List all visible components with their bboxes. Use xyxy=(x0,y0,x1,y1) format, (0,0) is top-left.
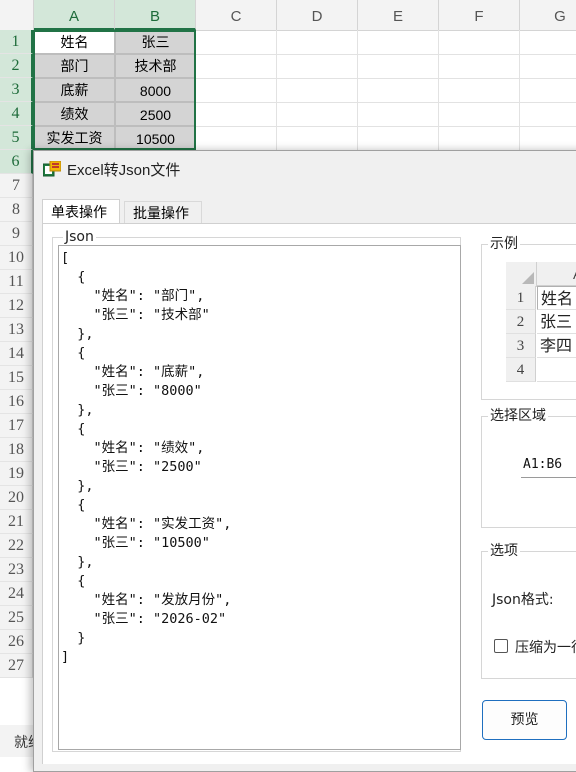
compress-checkbox[interactable] xyxy=(494,639,508,653)
column-header-c[interactable]: C xyxy=(196,0,277,30)
select-all-corner[interactable] xyxy=(0,0,34,30)
row-header[interactable]: 18 xyxy=(0,438,33,462)
example-column-header: A xyxy=(537,262,576,286)
cell-b3[interactable]: 8000 xyxy=(115,78,196,102)
row-header[interactable]: 16 xyxy=(0,390,33,414)
example-row-header: 4 xyxy=(506,358,536,382)
row-header[interactable]: 23 xyxy=(0,558,33,582)
json-output-textarea[interactable]: [ { "姓名": "部门", "张三": "技术部" }, { "姓名": "… xyxy=(58,245,461,750)
range-input[interactable]: A1:B6 xyxy=(521,452,576,478)
row-header[interactable]: 21 xyxy=(0,510,33,534)
row-header[interactable]: 27 xyxy=(0,654,33,678)
example-preview-grid: A 1 2 3 4 姓名 张三 李四 xyxy=(506,262,576,384)
column-header-a[interactable]: A xyxy=(34,0,115,30)
json-group-label: Json xyxy=(63,228,96,246)
cell-b1[interactable]: 张三 xyxy=(115,30,196,54)
row-header[interactable]: 7 xyxy=(0,174,33,198)
dialog-titlebar[interactable]: Excel转Json文件 xyxy=(34,151,576,187)
tab-batch[interactable]: 批量操作 xyxy=(124,201,202,225)
example-cell: 姓名 xyxy=(537,286,576,310)
row-header[interactable]: 1 xyxy=(0,30,33,54)
row-header[interactable]: 24 xyxy=(0,582,33,606)
row-header[interactable]: 3 xyxy=(0,78,33,102)
row-header[interactable]: 15 xyxy=(0,366,33,390)
cell-a2[interactable]: 部门 xyxy=(34,54,115,78)
row-header[interactable]: 9 xyxy=(0,222,33,246)
column-header-f[interactable]: F xyxy=(439,0,520,30)
json-output-text: [ { "姓名": "部门", "张三": "技术部" }, { "姓名": "… xyxy=(61,250,232,665)
row-header[interactable]: 4 xyxy=(0,102,33,126)
row-header[interactable]: 26 xyxy=(0,630,33,654)
preview-button[interactable]: 预览 xyxy=(482,700,567,740)
column-header-d[interactable]: D xyxy=(277,0,358,30)
cell-b2[interactable]: 技术部 xyxy=(115,54,196,78)
row-header[interactable]: 5 xyxy=(0,126,33,150)
row-header[interactable]: 10 xyxy=(0,246,33,270)
example-row-header: 3 xyxy=(506,334,536,358)
row-header[interactable]: 20 xyxy=(0,486,33,510)
cell-a3[interactable]: 底薪 xyxy=(34,78,115,102)
row-header[interactable]: 2 xyxy=(0,54,33,78)
column-header-e[interactable]: E xyxy=(358,0,439,30)
range-group-label: 选择区域 xyxy=(488,407,548,425)
row-header[interactable]: 14 xyxy=(0,342,33,366)
tab-single-sheet[interactable]: 单表操作 xyxy=(42,199,120,225)
compress-label[interactable]: 压缩为一行 xyxy=(515,637,576,657)
row-header[interactable]: 19 xyxy=(0,462,33,486)
column-header-bar: A B C D E F G xyxy=(0,0,576,31)
example-cell: 李四 xyxy=(537,334,576,358)
gridline xyxy=(438,30,439,150)
row-header[interactable]: 6 xyxy=(0,150,33,174)
cell-b4[interactable]: 2500 xyxy=(115,102,196,126)
row-header[interactable]: 8 xyxy=(0,198,33,222)
gridline xyxy=(357,30,358,150)
json-format-label: Json格式: xyxy=(492,592,554,608)
row-header[interactable]: 22 xyxy=(0,534,33,558)
cell-b5[interactable]: 10500 xyxy=(115,126,196,150)
example-cell xyxy=(537,358,576,382)
row-header[interactable]: 25 xyxy=(0,606,33,630)
row-header[interactable]: 13 xyxy=(0,318,33,342)
app-icon xyxy=(43,161,61,177)
example-cell: 张三 xyxy=(537,310,576,334)
column-header-b[interactable]: B xyxy=(115,0,196,30)
cell-a4[interactable]: 绩效 xyxy=(34,102,115,126)
row-header[interactable]: 12 xyxy=(0,294,33,318)
row-header[interactable]: 17 xyxy=(0,414,33,438)
row-header[interactable]: 11 xyxy=(0,270,33,294)
example-corner xyxy=(506,262,537,287)
options-group-label: 选项 xyxy=(488,542,520,560)
column-header-g[interactable]: G xyxy=(520,0,576,30)
example-row-header: 2 xyxy=(506,310,536,334)
cell-a5[interactable]: 实发工资 xyxy=(34,126,115,150)
options-group: 选项 xyxy=(481,542,576,679)
dialog-title: Excel转Json文件 xyxy=(67,162,181,179)
example-group-label: 示例 xyxy=(488,235,520,253)
cell-a1[interactable]: 姓名 xyxy=(34,30,115,54)
example-row-header: 1 xyxy=(506,286,536,310)
gridline xyxy=(276,30,277,150)
gridline xyxy=(519,30,520,150)
